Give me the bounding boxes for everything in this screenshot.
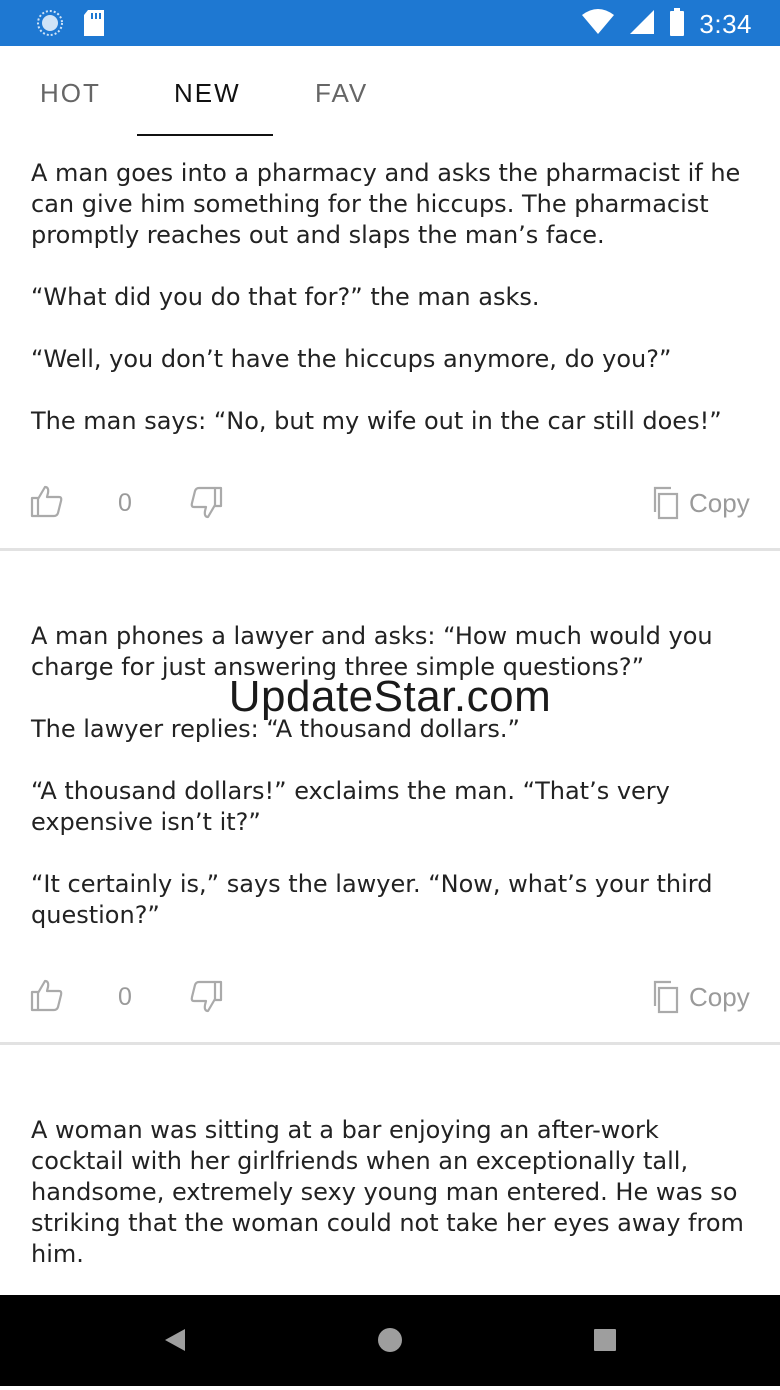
watermark: UpdateStar.com [228,672,552,721]
joke-text: A woman was sitting at a bar enjoying an… [31,1116,744,1268]
recents-button[interactable] [555,1295,655,1386]
home-icon [378,1328,402,1352]
back-button[interactable] [125,1295,225,1386]
navigation-bar [0,1295,780,1386]
back-icon [165,1329,185,1351]
joke-card: A woman was sitting at a bar enjoying an… [0,0,780,1295]
recents-icon [594,1329,616,1351]
home-button[interactable] [340,1295,440,1386]
